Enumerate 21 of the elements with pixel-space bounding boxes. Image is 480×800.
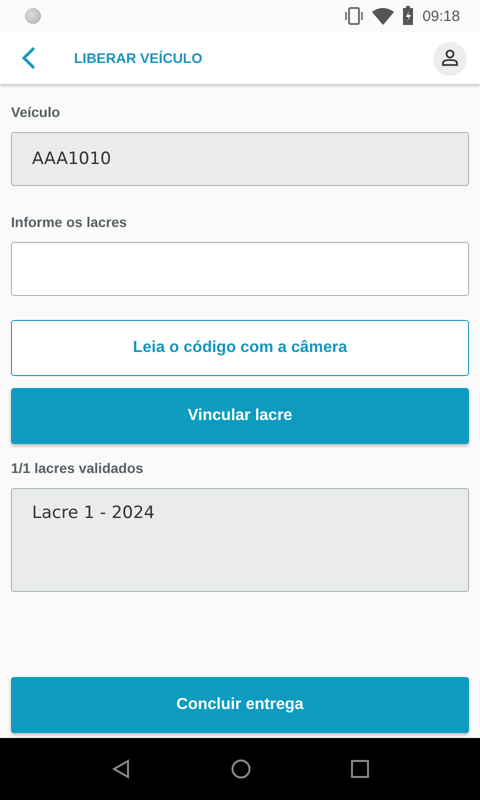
wifi-icon [372,7,394,25]
field-label: Informe os lacres [11,214,128,230]
validated-count-label: 1/1 lacres validados [11,460,144,476]
seal-input-field[interactable] [11,242,469,296]
scan-camera-button[interactable]: Leia o código com a câmera [11,320,469,376]
seal-item: Lacre 1 - 2024 [32,503,156,523]
field-label: Veículo [11,104,62,120]
battery-icon [402,6,414,26]
profile-button[interactable] [434,42,466,74]
page-title: LIBERAR VEÍCULO [74,50,204,66]
field-value: AAA1010 [32,149,112,169]
back-icon[interactable] [22,46,36,70]
link-seal-button[interactable]: Vincular lacre [11,388,469,444]
finish-delivery-button[interactable]: Concluir entrega [11,677,469,733]
user-icon [441,49,459,67]
vibrate-icon [344,6,364,26]
back-nav-icon[interactable] [111,759,131,779]
home-nav-icon[interactable] [231,759,251,779]
recents-nav-icon[interactable] [351,760,369,778]
clock-time: 09:18 [422,8,460,24]
notification-dot-icon [25,8,41,24]
